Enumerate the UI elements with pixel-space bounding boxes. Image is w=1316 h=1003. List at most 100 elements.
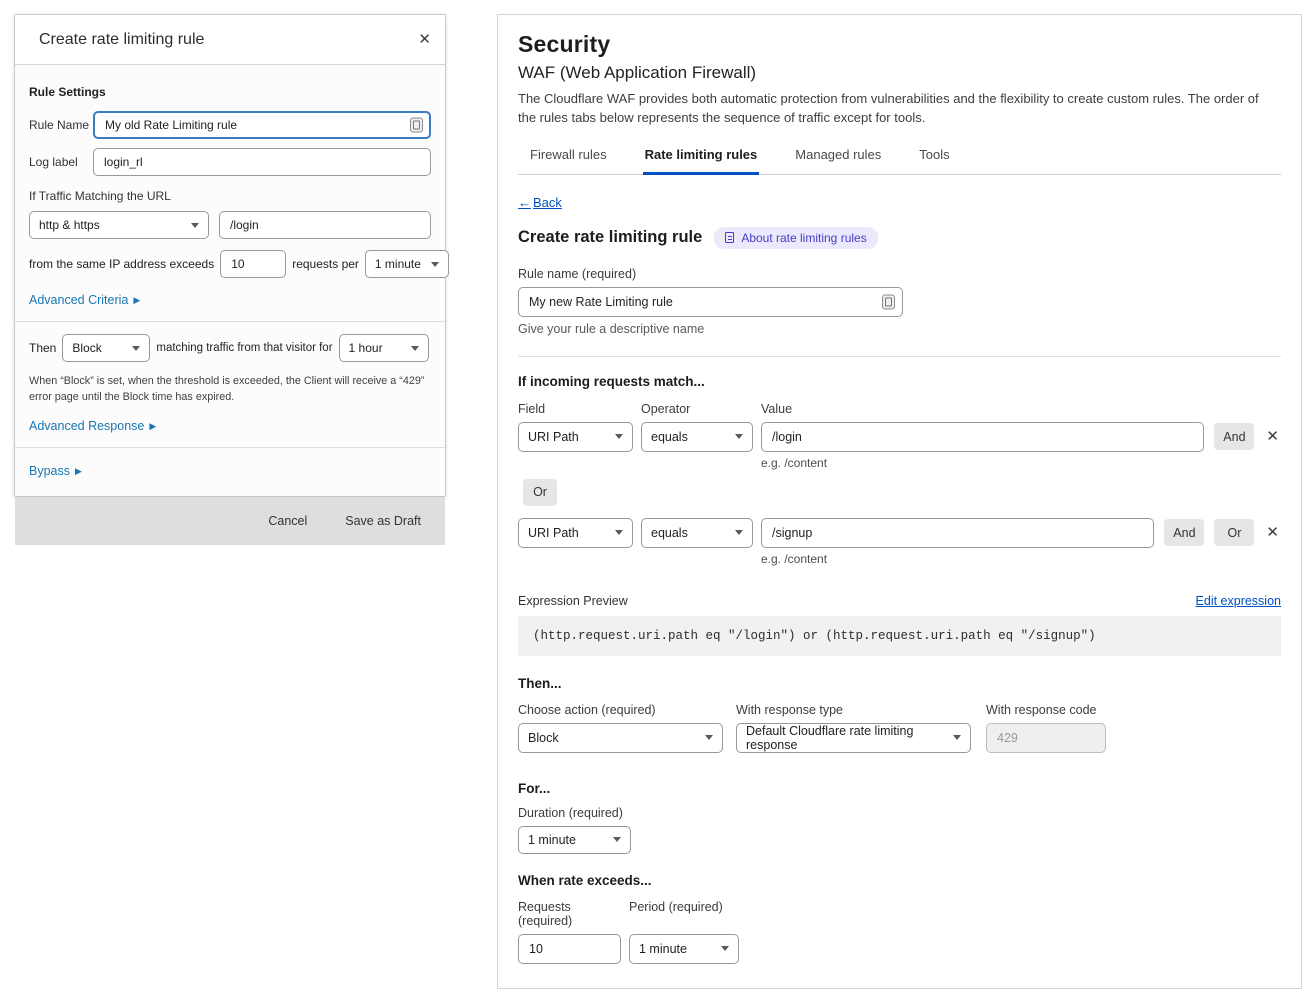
edit-expression-link[interactable]: Edit expression bbox=[1196, 594, 1281, 608]
threshold-input[interactable] bbox=[220, 250, 286, 278]
duration-label: Duration (required) bbox=[518, 806, 1281, 820]
disclosure-triangle-icon: ▶ bbox=[149, 422, 156, 431]
rate-heading: When rate exceeds... bbox=[518, 873, 1281, 888]
condition-row: URI Path equals And ✕ bbox=[518, 422, 1281, 452]
disclosure-triangle-icon: ▶ bbox=[75, 467, 82, 476]
same-heading: With the same... bbox=[518, 988, 1281, 989]
response-type-label: With response type bbox=[736, 703, 986, 717]
tab-managed-rules[interactable]: Managed rules bbox=[793, 141, 883, 175]
duration-select[interactable]: 1 minute bbox=[518, 826, 631, 854]
condition-row: URI Path equals And Or ✕ bbox=[518, 518, 1281, 548]
field-select[interactable]: URI Path bbox=[518, 422, 633, 452]
value-input[interactable] bbox=[761, 518, 1154, 548]
chevron-down-icon bbox=[705, 735, 713, 740]
save-as-draft-button[interactable]: Save as Draft bbox=[345, 514, 421, 528]
or-connector-button[interactable]: Or bbox=[523, 479, 557, 506]
and-button[interactable]: And bbox=[1214, 423, 1254, 450]
tab-firewall-rules[interactable]: Firewall rules bbox=[528, 141, 609, 175]
requests-label: Requests (required) bbox=[518, 900, 621, 928]
period-label: Period (required) bbox=[629, 900, 723, 928]
action-select[interactable]: Block bbox=[62, 334, 150, 362]
legacy-rate-limit-modal: Create rate limiting rule ✕ Rule Setting… bbox=[14, 14, 446, 497]
ban-duration-select[interactable]: 1 hour bbox=[339, 334, 429, 362]
log-label-label: Log label bbox=[29, 155, 93, 169]
period-select[interactable]: 1 minute bbox=[365, 250, 449, 278]
remove-condition-icon[interactable]: ✕ bbox=[1264, 523, 1281, 542]
rule-name-input[interactable] bbox=[518, 287, 903, 317]
rule-name-label: Rule name (required) bbox=[518, 267, 1281, 281]
scheme-select[interactable]: http & https bbox=[29, 211, 209, 239]
value-input[interactable] bbox=[761, 422, 1204, 452]
log-label-input[interactable] bbox=[93, 148, 431, 176]
rule-name-helper: Give your rule a descriptive name bbox=[518, 322, 1281, 336]
page-title: Security bbox=[518, 31, 1281, 58]
modal-body: Rule Settings Rule Name Log label If Tra… bbox=[15, 65, 445, 496]
modal-title: Create rate limiting rule bbox=[39, 31, 416, 49]
response-type-select[interactable]: Default Cloudflare rate limiting respons… bbox=[736, 723, 971, 753]
waf-tabs: Firewall rules Rate limiting rules Manag… bbox=[518, 141, 1281, 175]
autofill-icon bbox=[882, 294, 895, 309]
form-title: Create rate limiting rule bbox=[518, 228, 702, 247]
match-heading: If incoming requests match... bbox=[518, 374, 1281, 389]
about-rate-limiting-badge[interactable]: About rate limiting rules bbox=[714, 227, 877, 249]
requests-input[interactable] bbox=[518, 934, 621, 964]
expression-preview-label: Expression Preview bbox=[518, 594, 628, 608]
advanced-response-link[interactable]: Advanced Response ▶ bbox=[29, 419, 156, 433]
close-icon[interactable]: ✕ bbox=[416, 30, 433, 49]
action-select[interactable]: Block bbox=[518, 723, 723, 753]
rule-name-input[interactable] bbox=[93, 111, 431, 139]
period-select[interactable]: 1 minute bbox=[629, 934, 739, 964]
traffic-match-label: If Traffic Matching the URL bbox=[29, 189, 431, 203]
or-button[interactable]: Or bbox=[1214, 519, 1254, 546]
waf-page: Security WAF (Web Application Firewall) … bbox=[497, 14, 1302, 989]
response-code-input bbox=[986, 723, 1106, 753]
threshold-middle-label: requests per bbox=[292, 257, 359, 271]
screen: Create rate limiting rule ✕ Rule Setting… bbox=[0, 0, 1316, 1003]
divider bbox=[15, 447, 445, 448]
and-button[interactable]: And bbox=[1164, 519, 1204, 546]
then-heading: Then... bbox=[518, 676, 1281, 691]
rule-name-label: Rule Name bbox=[29, 118, 93, 132]
modal-footer: Cancel Save as Draft bbox=[15, 496, 445, 545]
for-heading: For... bbox=[518, 781, 1281, 796]
chevron-down-icon bbox=[615, 530, 623, 535]
operator-select[interactable]: equals bbox=[641, 422, 753, 452]
remove-condition-icon[interactable]: ✕ bbox=[1264, 427, 1281, 446]
divider bbox=[15, 321, 445, 322]
value-hint: e.g. /content bbox=[761, 456, 1281, 470]
disclosure-triangle-icon: ▶ bbox=[133, 296, 140, 305]
value-hint: e.g. /content bbox=[761, 552, 1281, 566]
url-input[interactable] bbox=[219, 211, 431, 239]
value-column-label: Value bbox=[761, 402, 792, 416]
bypass-link[interactable]: Bypass ▶ bbox=[29, 464, 82, 478]
autofill-icon bbox=[410, 118, 423, 133]
cancel-button[interactable]: Cancel bbox=[268, 514, 307, 528]
page-subtitle: WAF (Web Application Firewall) bbox=[518, 63, 1281, 83]
field-select[interactable]: URI Path bbox=[518, 518, 633, 548]
choose-action-label: Choose action (required) bbox=[518, 703, 736, 717]
tab-rate-limiting-rules[interactable]: Rate limiting rules bbox=[643, 141, 760, 175]
tab-tools[interactable]: Tools bbox=[917, 141, 951, 175]
divider bbox=[518, 356, 1281, 357]
rule-settings-heading: Rule Settings bbox=[29, 85, 431, 99]
operator-select[interactable]: equals bbox=[641, 518, 753, 548]
chevron-down-icon bbox=[613, 837, 621, 842]
then-label: Then bbox=[29, 341, 56, 355]
chevron-down-icon bbox=[431, 262, 439, 267]
advanced-criteria-link[interactable]: Advanced Criteria ▶ bbox=[29, 293, 140, 307]
then-suffix-label: matching traffic from that visitor for bbox=[156, 342, 332, 354]
threshold-prefix-label: from the same IP address exceeds bbox=[29, 257, 214, 271]
operator-column-label: Operator bbox=[641, 402, 761, 416]
block-note: When “Block” is set, when the threshold … bbox=[29, 373, 431, 405]
expression-preview: (http.request.uri.path eq "/login") or (… bbox=[518, 616, 1281, 656]
back-link[interactable]: ← Back bbox=[518, 195, 562, 210]
chevron-down-icon bbox=[191, 223, 199, 228]
field-column-label: Field bbox=[518, 402, 641, 416]
back-arrow-icon: ← bbox=[518, 195, 531, 210]
modal-header: Create rate limiting rule ✕ bbox=[15, 15, 445, 65]
chevron-down-icon bbox=[735, 530, 743, 535]
response-code-label: With response code bbox=[986, 703, 1096, 717]
page-description: The Cloudflare WAF provides both automat… bbox=[518, 90, 1278, 128]
chevron-down-icon bbox=[735, 434, 743, 439]
chevron-down-icon bbox=[953, 735, 961, 740]
